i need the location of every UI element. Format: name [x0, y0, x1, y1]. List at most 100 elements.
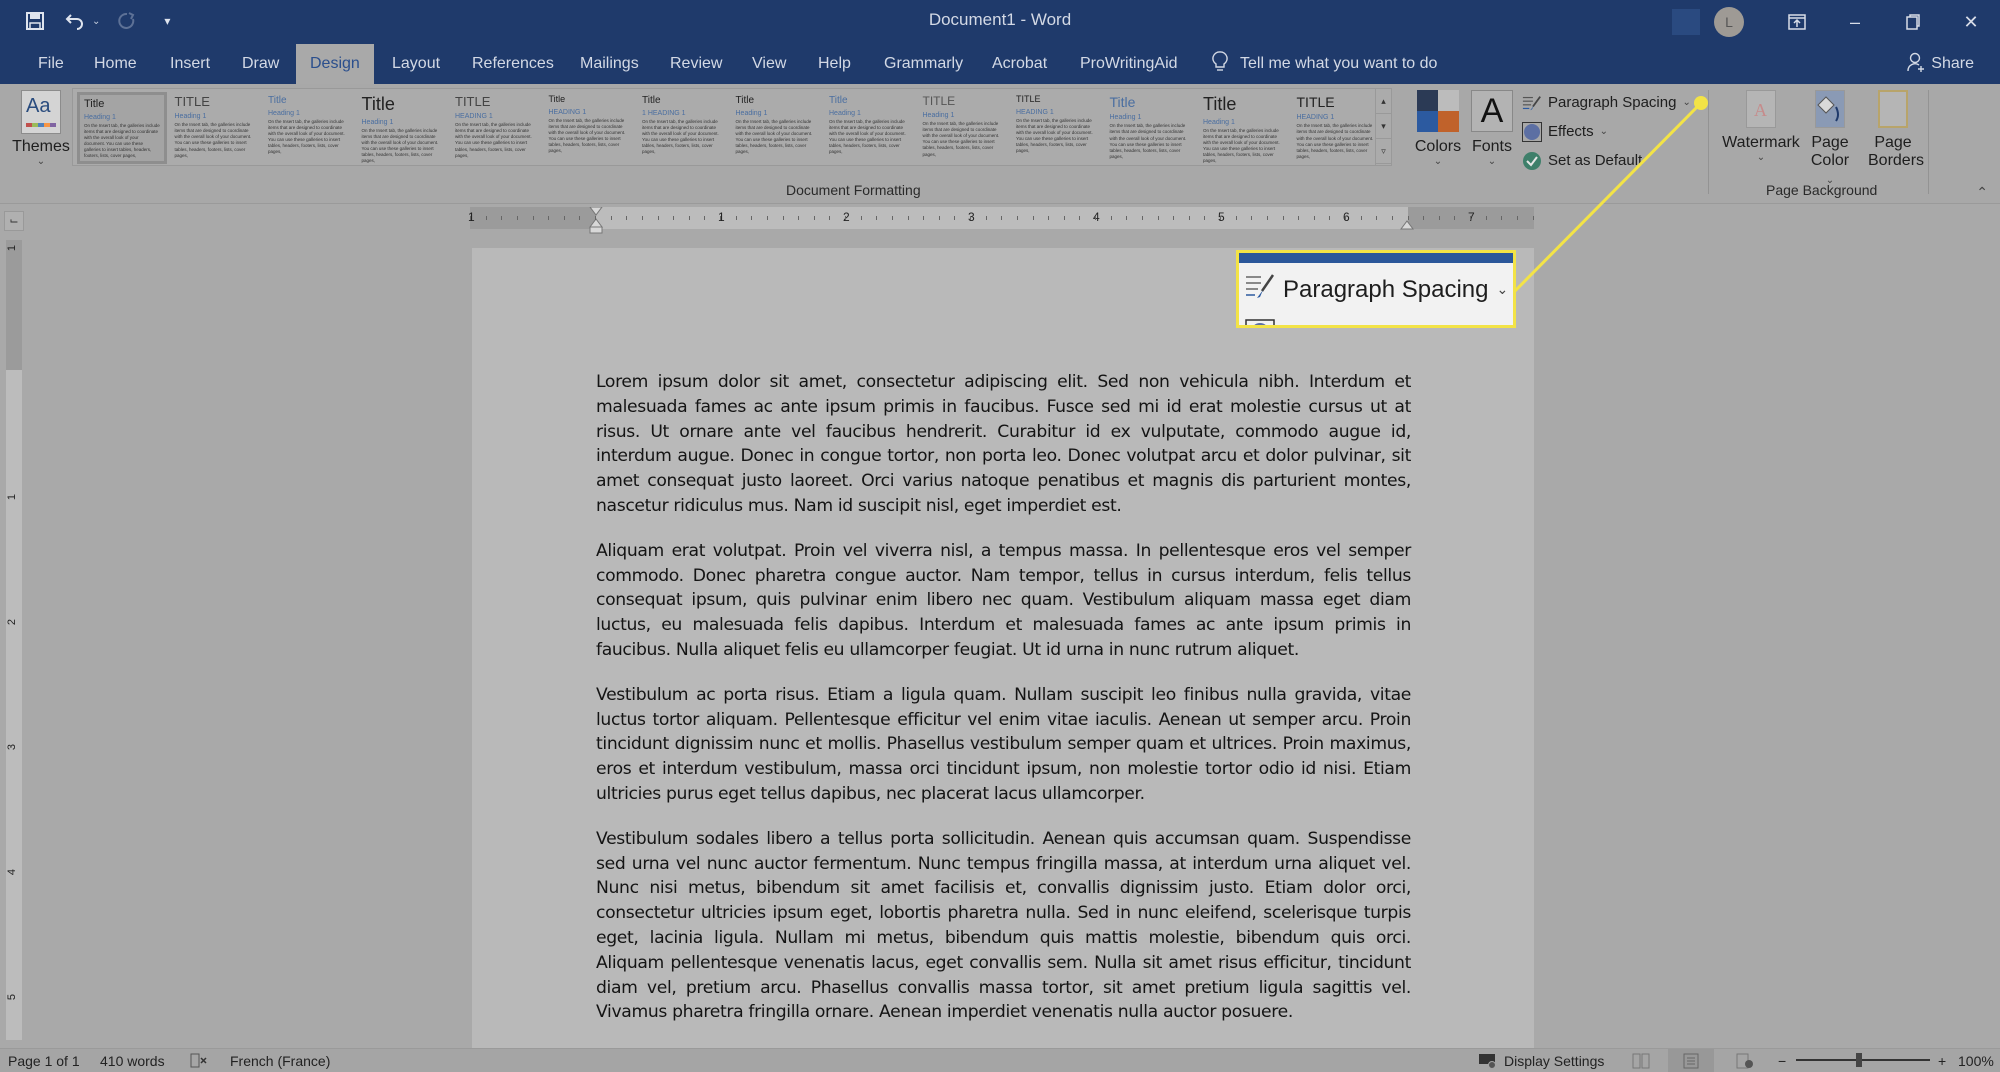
tell-me-search[interactable]: Tell me what you want to do: [1212, 44, 1437, 84]
colors-button[interactable]: Colors ⌄: [1414, 90, 1462, 167]
document-paragraph[interactable]: Lorem ipsum dolor sit amet, consectetur …: [596, 370, 1411, 519]
tab-view[interactable]: View: [738, 44, 800, 84]
style-set-sample-text: On the Insert tab, the galleries include…: [829, 119, 906, 155]
page-color-button[interactable]: Page Color ⌄: [1810, 90, 1850, 188]
chevron-down-icon: ⌄: [1496, 281, 1509, 297]
tab-prowritingaid[interactable]: ProWritingAid: [1066, 44, 1192, 84]
ruler-number: 4: [1093, 210, 1100, 224]
style-set-item[interactable]: Title Heading 1 On the Insert tab, the gal…: [732, 92, 822, 164]
style-set-item[interactable]: Title Heading 1 On the Insert tab, the gal…: [1106, 92, 1196, 164]
set-as-default-button[interactable]: Set as Default: [1522, 146, 1691, 175]
document-paragraph[interactable]: Vestibulum ac porta risus. Etiam a ligul…: [596, 683, 1411, 807]
tab-insert[interactable]: Insert: [156, 44, 224, 84]
horizontal-ruler[interactable]: 1 1 2 3 4 5 6 7: [468, 207, 1534, 234]
fonts-label: Fonts: [1471, 138, 1512, 155]
style-set-heading: Heading 1: [268, 110, 300, 117]
language[interactable]: French (France): [230, 1053, 330, 1069]
page-count[interactable]: Page 1 of 1: [8, 1053, 80, 1069]
read-mode-icon[interactable]: [1632, 1053, 1650, 1072]
style-set-title: Title: [548, 94, 566, 104]
ruler-tick: [1095, 216, 1096, 220]
undo-icon[interactable]: [62, 8, 88, 34]
lightbulb-icon: [1212, 50, 1228, 78]
ruler-tick: [798, 216, 800, 220]
page-borders-button[interactable]: Page Borders: [1868, 90, 1924, 170]
tab-acrobat[interactable]: Acrobat: [978, 44, 1061, 84]
indent-markers-icon[interactable]: [588, 207, 604, 237]
zoom-slider-thumb[interactable]: [1856, 1053, 1863, 1067]
tab-help[interactable]: Help: [804, 44, 865, 84]
style-set-item[interactable]: TITLE Heading 1 On the Insert tab, the gal…: [171, 92, 261, 164]
ruler-tick: [1141, 216, 1143, 220]
effects-icon: [1522, 121, 1542, 142]
style-set-item[interactable]: TITLE HEADING 1 On the Insert tab, the gal…: [451, 92, 541, 164]
zoom-slider[interactable]: [1796, 1059, 1930, 1061]
word-count[interactable]: 410 words: [100, 1053, 165, 1069]
print-layout-icon[interactable]: [1668, 1049, 1714, 1072]
group-divider: [1708, 90, 1709, 194]
tab-draw[interactable]: Draw: [228, 44, 293, 84]
document-page[interactable]: Lorem ipsum dolor sit amet, consectetur …: [472, 248, 1534, 1048]
style-set-item[interactable]: Title Heading 1 On the Insert tab, the gal…: [1199, 92, 1289, 164]
zoom-level[interactable]: 100%: [1958, 1053, 1994, 1069]
undo-dropdown-icon[interactable]: ⌄: [92, 16, 100, 27]
ruler-tick: [1376, 216, 1378, 220]
swatch-cell: [1417, 90, 1438, 111]
style-set-item[interactable]: Title Heading 1 On the Insert tab, the gal…: [264, 92, 354, 164]
document-paragraph[interactable]: Vestibulum sodales libero a tellus porta…: [596, 827, 1411, 1025]
avatar[interactable]: L: [1714, 7, 1744, 37]
document-paragraph[interactable]: Aliquam erat volutpat. Proin vel viverra…: [596, 539, 1411, 663]
style-set-item[interactable]: Title Heading 1 On the Insert tab, the gal…: [358, 92, 448, 164]
tab-selector-icon[interactable]: ⌙: [4, 211, 24, 231]
tab-layout[interactable]: Layout: [378, 44, 454, 84]
collapse-ribbon-icon[interactable]: ⌃: [1976, 184, 1988, 201]
customize-qat-icon[interactable]: ▾: [154, 8, 180, 34]
tab-review[interactable]: Review: [656, 44, 736, 84]
ruler-tick: [532, 216, 534, 220]
close-icon[interactable]: ✕: [1942, 0, 2000, 44]
style-set-item[interactable]: Title Heading 1 On the Insert tab, the gal…: [825, 92, 915, 164]
gallery-scroll-down-icon[interactable]: ▾: [1376, 114, 1391, 139]
effects-button[interactable]: Effects ⌄: [1522, 117, 1691, 146]
paragraph-spacing-button[interactable]: Paragraph Spacing ⌄: [1522, 88, 1691, 117]
tab-file[interactable]: File: [24, 44, 78, 84]
proofing-icon[interactable]: [190, 1053, 208, 1072]
style-set-item[interactable]: TITLE HEADING 1 On the Insert tab, the gal…: [1012, 92, 1102, 164]
fonts-button[interactable]: A Fonts ⌄: [1470, 90, 1514, 167]
save-icon[interactable]: [22, 8, 48, 34]
themes-button[interactable]: Aa Themes ⌄: [12, 90, 70, 167]
redo-icon[interactable]: [114, 8, 140, 34]
display-settings-button[interactable]: Display Settings: [1478, 1053, 1604, 1069]
account-tile[interactable]: [1672, 9, 1700, 35]
tab-references[interactable]: References: [458, 44, 568, 84]
document-body[interactable]: Lorem ipsum dolor sit amet, consectetur …: [596, 370, 1411, 1045]
style-set-item[interactable]: TITLE Heading 1 On the Insert tab, the gal…: [919, 92, 1009, 164]
ruler-tick: [1438, 216, 1440, 220]
vertical-ruler[interactable]: 1 1 2 3 4 5: [6, 240, 22, 1040]
gallery-scroll-up-icon[interactable]: ▴: [1376, 89, 1391, 114]
style-set-title: Title: [829, 95, 848, 106]
style-set-item[interactable]: TITLE HEADING 1 On the Insert tab, the gal…: [1293, 92, 1383, 164]
style-set-item[interactable]: Title 1 HEADING 1 On the Insert tab, the g…: [638, 92, 728, 164]
ribbon-display-options-icon[interactable]: [1768, 0, 1826, 44]
restore-icon[interactable]: [1884, 0, 1942, 44]
tab-design[interactable]: Design: [296, 44, 374, 84]
themes-label: Themes: [12, 138, 70, 155]
set-as-default-label: Set as Default: [1548, 152, 1643, 169]
tab-grammarly[interactable]: Grammarly: [870, 44, 977, 84]
share-button[interactable]: Share: [1907, 44, 1974, 84]
tab-home[interactable]: Home: [80, 44, 151, 84]
watermark-button[interactable]: A Watermark ⌄: [1718, 90, 1804, 163]
style-set-item[interactable]: Title Heading 1 On the Insert tab, the gal…: [77, 92, 167, 164]
web-layout-icon[interactable]: [1736, 1053, 1754, 1072]
zoom-out-button[interactable]: −: [1778, 1053, 1786, 1069]
tab-mailings[interactable]: Mailings: [566, 44, 653, 84]
style-set-heading: Heading 1: [174, 113, 207, 121]
ruler-tick: [1110, 216, 1112, 220]
gallery-more-icon[interactable]: ▿: [1376, 139, 1391, 164]
style-set-item[interactable]: Title HEADING 1 On the Insert tab, the gal…: [545, 92, 635, 164]
zoom-in-button[interactable]: +: [1938, 1053, 1946, 1069]
ruler-tick: [501, 216, 503, 220]
minimize-icon[interactable]: –: [1826, 0, 1884, 44]
ruler-tick: [860, 216, 862, 220]
